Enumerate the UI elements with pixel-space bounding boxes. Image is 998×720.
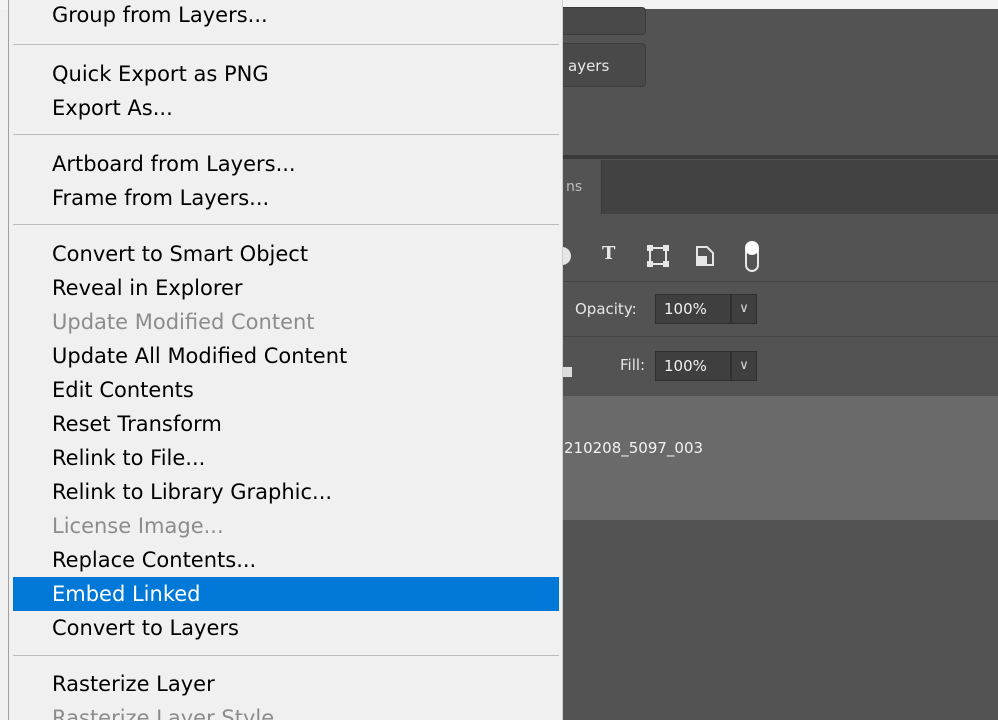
menu-item-artboard-from-layers[interactable]: Artboard from Layers...	[13, 147, 559, 181]
menu-item-embed-linked[interactable]: Embed Linked	[13, 577, 559, 611]
type-icon[interactable]: T	[602, 243, 615, 265]
menu-item-group-from-layers[interactable]: Group from Layers...	[13, 0, 559, 30]
circle-icon[interactable]	[562, 245, 574, 267]
toggle-icon[interactable]	[742, 239, 762, 273]
opacity-row: Opacity: 100% ∨	[562, 282, 998, 337]
panel-tab-bar: ns	[562, 160, 998, 214]
layer-filter-row: T	[562, 215, 998, 282]
menu-item-frame-from-layers[interactable]: Frame from Layers...	[13, 181, 559, 215]
context-menu: Group from Layers... Quick Export as PNG…	[8, 0, 563, 720]
menu-item-update-modified-content[interactable]: Update Modified Content	[13, 305, 559, 339]
menu-separator	[13, 44, 559, 45]
menu-item-replace-contents[interactable]: Replace Contents...	[13, 543, 559, 577]
fill-label: Fill:	[620, 356, 646, 374]
menu-item-quick-export-png[interactable]: Quick Export as PNG	[13, 57, 559, 91]
menu-separator	[13, 224, 559, 225]
panel-button-layers[interactable]: ayers	[562, 43, 646, 87]
opacity-input[interactable]: 100%	[655, 294, 731, 324]
opacity-label: Opacity:	[575, 300, 637, 318]
photoshop-panel: ayers ns T Opacity: 100% ∨ Fill: 100% ∨ …	[562, 7, 998, 720]
panel-button-top[interactable]	[562, 7, 646, 35]
menu-item-relink-to-library-graphic[interactable]: Relink to Library Graphic...	[13, 475, 559, 509]
fill-input[interactable]: 100%	[655, 351, 731, 381]
menu-item-license-image[interactable]: License Image...	[13, 509, 559, 543]
menu-item-convert-to-layers[interactable]: Convert to Layers	[13, 611, 559, 645]
menu-item-export-as[interactable]: Export As...	[13, 91, 559, 125]
fill-dropdown[interactable]: ∨	[731, 351, 757, 381]
menu-item-update-all-modified-content[interactable]: Update All Modified Content	[13, 339, 559, 373]
menu-separator	[13, 655, 559, 656]
fill-row: Fill: 100% ∨	[562, 337, 998, 395]
smart-object-icon[interactable]	[695, 245, 715, 267]
menu-item-reveal-in-explorer[interactable]: Reveal in Explorer	[13, 271, 559, 305]
menu-item-convert-to-smart-object[interactable]: Convert to Smart Object	[13, 237, 559, 271]
chevron-down-icon: ∨	[739, 301, 749, 316]
layer-name: 210208_5097_003	[564, 439, 704, 457]
menu-item-reset-transform[interactable]: Reset Transform	[13, 407, 559, 441]
opacity-dropdown[interactable]: ∨	[731, 294, 757, 324]
tab-layers[interactable]: ns	[562, 160, 602, 214]
panel-divider	[562, 155, 998, 159]
transform-icon[interactable]	[647, 245, 669, 267]
menu-separator	[13, 134, 559, 135]
menu-item-rasterize-layer-style[interactable]: Rasterize Layer Style	[13, 701, 559, 720]
lock-icon[interactable]	[562, 361, 572, 377]
chevron-down-icon: ∨	[739, 358, 749, 373]
menu-item-rasterize-layer[interactable]: Rasterize Layer	[13, 667, 559, 701]
menu-item-relink-to-file[interactable]: Relink to File...	[13, 441, 559, 475]
layer-row[interactable]: 210208_5097_003	[562, 396, 998, 520]
menu-item-edit-contents[interactable]: Edit Contents	[13, 373, 559, 407]
